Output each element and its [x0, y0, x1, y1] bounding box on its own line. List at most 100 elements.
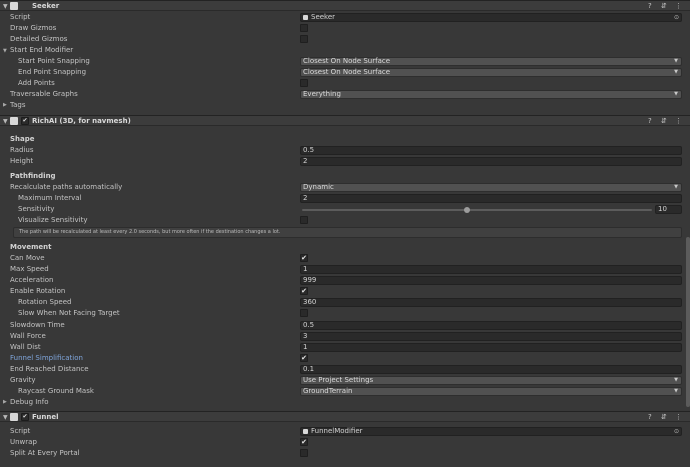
split-portal-row: Split At Every Portal [0, 448, 690, 459]
presets-icon[interactable]: ⇵ [661, 2, 667, 10]
dropdown-value: Closest On Node Surface [303, 57, 391, 65]
max-interval-row: Maximum Interval 2 [0, 193, 690, 204]
split-portal-label: Split At Every Portal [10, 449, 80, 457]
object-picker-icon[interactable]: ⊙ [674, 428, 679, 435]
more-options-icon[interactable]: ⋮ [675, 413, 682, 421]
dropdown-arrow-icon: ▼ [674, 377, 678, 383]
recalculate-dropdown[interactable]: Dynamic ▼ [300, 183, 682, 192]
more-options-icon[interactable]: ⋮ [675, 117, 682, 125]
wall-dist-input[interactable]: 1 [300, 343, 682, 352]
expand-arrow-icon[interactable]: ▼ [3, 48, 7, 54]
help-icon[interactable]: ? [648, 413, 652, 421]
fold-arrow-icon[interactable]: ▼ [3, 3, 8, 10]
acceleration-input[interactable]: 999 [300, 276, 682, 285]
presets-icon[interactable]: ⇵ [661, 413, 667, 421]
acceleration-row: Acceleration 999 [0, 275, 690, 286]
draw-gizmos-checkbox[interactable] [300, 24, 308, 32]
max-interval-input[interactable]: 2 [300, 194, 682, 203]
object-picker-icon[interactable]: ⊙ [674, 14, 679, 21]
slider-knob[interactable] [463, 207, 470, 213]
richai-component-header[interactable]: ▼ ✔ RichAI (3D, for navmesh) ? ⇵ ⋮ [0, 115, 690, 126]
draw-gizmos-row: Draw Gizmos [0, 23, 690, 34]
start-point-snapping-dropdown[interactable]: Closest On Node Surface ▼ [300, 57, 682, 66]
funnel-script-row: Script FunnelModifier ⊙ [0, 426, 690, 437]
dropdown-arrow-icon: ▼ [674, 91, 678, 97]
raycast-ground-mask-dropdown[interactable]: GroundTerrain ▼ [300, 387, 682, 396]
slowdown-time-input[interactable]: 0.5 [300, 321, 682, 330]
script-value: Seeker [311, 13, 336, 21]
add-points-label: Add Points [18, 79, 55, 87]
enable-rotation-checkbox[interactable]: ✔ [300, 287, 308, 295]
height-label: Height [10, 157, 34, 165]
debug-info-label[interactable]: Debug Info [10, 398, 49, 406]
start-end-modifier-label[interactable]: Start End Modifier [10, 46, 73, 54]
traversable-graphs-dropdown[interactable]: Everything ▼ [300, 90, 682, 99]
height-input[interactable]: 2 [300, 157, 682, 166]
dropdown-arrow-icon: ▼ [674, 184, 678, 190]
traversable-graphs-row: Traversable Graphs Everything ▼ [0, 89, 690, 100]
component-enabled-checkbox[interactable]: ✔ [21, 413, 29, 421]
script-object-field[interactable]: FunnelModifier ⊙ [300, 427, 682, 436]
shape-section-header: Shape [10, 135, 35, 143]
max-interval-label: Maximum Interval [18, 194, 82, 202]
end-reached-input[interactable]: 0.1 [300, 365, 682, 374]
slow-facing-checkbox[interactable] [300, 309, 308, 317]
component-enabled-checkbox[interactable]: ✔ [21, 117, 29, 125]
gravity-dropdown[interactable]: Use Project Settings ▼ [300, 376, 682, 385]
inspector-scrollbar[interactable] [686, 237, 690, 407]
fold-arrow-icon[interactable]: ▼ [3, 118, 8, 125]
help-box: The path will be recalculated at least e… [13, 227, 682, 238]
script-object-field[interactable]: Seeker ⊙ [300, 13, 682, 22]
add-points-row: Add Points [0, 78, 690, 89]
recalculate-row: Recalculate paths automatically Dynamic … [0, 182, 690, 193]
unwrap-checkbox[interactable]: ✔ [300, 438, 308, 446]
component-title: Seeker [32, 2, 60, 10]
tags-row[interactable]: ▶ Tags [0, 100, 690, 111]
presets-icon[interactable]: ⇵ [661, 117, 667, 125]
radius-input[interactable]: 0.5 [300, 146, 682, 155]
can-move-label: Can Move [10, 254, 45, 262]
unwrap-row: Unwrap ✔ [0, 437, 690, 448]
movement-section-header: Movement [10, 243, 52, 251]
recalculate-label: Recalculate paths automatically [10, 183, 123, 191]
funnel-simplification-checkbox[interactable]: ✔ [300, 354, 308, 362]
end-reached-label: End Reached Distance [10, 365, 89, 373]
help-icon[interactable]: ? [648, 117, 652, 125]
max-speed-label: Max Speed [10, 265, 49, 273]
debug-info-row[interactable]: ▶ Debug Info [0, 397, 690, 408]
dropdown-value: Dynamic [303, 183, 334, 191]
split-portal-checkbox[interactable] [300, 449, 308, 457]
wall-force-input[interactable]: 3 [300, 332, 682, 341]
tags-label[interactable]: Tags [10, 101, 26, 109]
rotation-speed-input[interactable]: 360 [300, 298, 682, 307]
dropdown-value: Everything [303, 90, 341, 98]
collapsed-arrow-icon[interactable]: ▶ [3, 399, 7, 405]
funnel-component-header[interactable]: ▼ ✔ Funnel ? ⇵ ⋮ [0, 411, 690, 422]
draw-gizmos-label: Draw Gizmos [10, 24, 57, 32]
end-point-snapping-row: End Point Snapping Closest On Node Surfa… [0, 67, 690, 78]
sensitivity-slider[interactable] [302, 207, 652, 213]
can-move-row: Can Move ✔ [0, 253, 690, 264]
wall-force-label: Wall Force [10, 332, 46, 340]
script-value: FunnelModifier [311, 427, 363, 435]
detailed-gizmos-checkbox[interactable] [300, 35, 308, 43]
seeker-component-header[interactable]: ▼ Seeker ? ⇵ ⋮ [0, 0, 690, 11]
add-points-checkbox[interactable] [300, 79, 308, 87]
help-icon[interactable]: ? [648, 2, 652, 10]
rotation-speed-label: Rotation Speed [18, 298, 72, 306]
max-speed-input[interactable]: 1 [300, 265, 682, 274]
component-title: Funnel [32, 413, 59, 421]
raycast-ground-mask-row: Raycast Ground Mask GroundTerrain ▼ [0, 386, 690, 397]
script-component-icon [10, 117, 18, 125]
sensitivity-input[interactable]: 10 [655, 205, 682, 214]
start-end-modifier-row[interactable]: ▼ Start End Modifier [0, 45, 690, 56]
can-move-checkbox[interactable]: ✔ [300, 254, 308, 262]
max-speed-row: Max Speed 1 [0, 264, 690, 275]
more-options-icon[interactable]: ⋮ [675, 2, 682, 10]
end-point-snapping-dropdown[interactable]: Closest On Node Surface ▼ [300, 68, 682, 77]
visualize-sensitivity-checkbox[interactable] [300, 216, 308, 224]
fold-arrow-icon[interactable]: ▼ [3, 414, 8, 421]
unwrap-label: Unwrap [10, 438, 37, 446]
dropdown-arrow-icon: ▼ [674, 69, 678, 75]
collapsed-arrow-icon[interactable]: ▶ [3, 102, 7, 108]
